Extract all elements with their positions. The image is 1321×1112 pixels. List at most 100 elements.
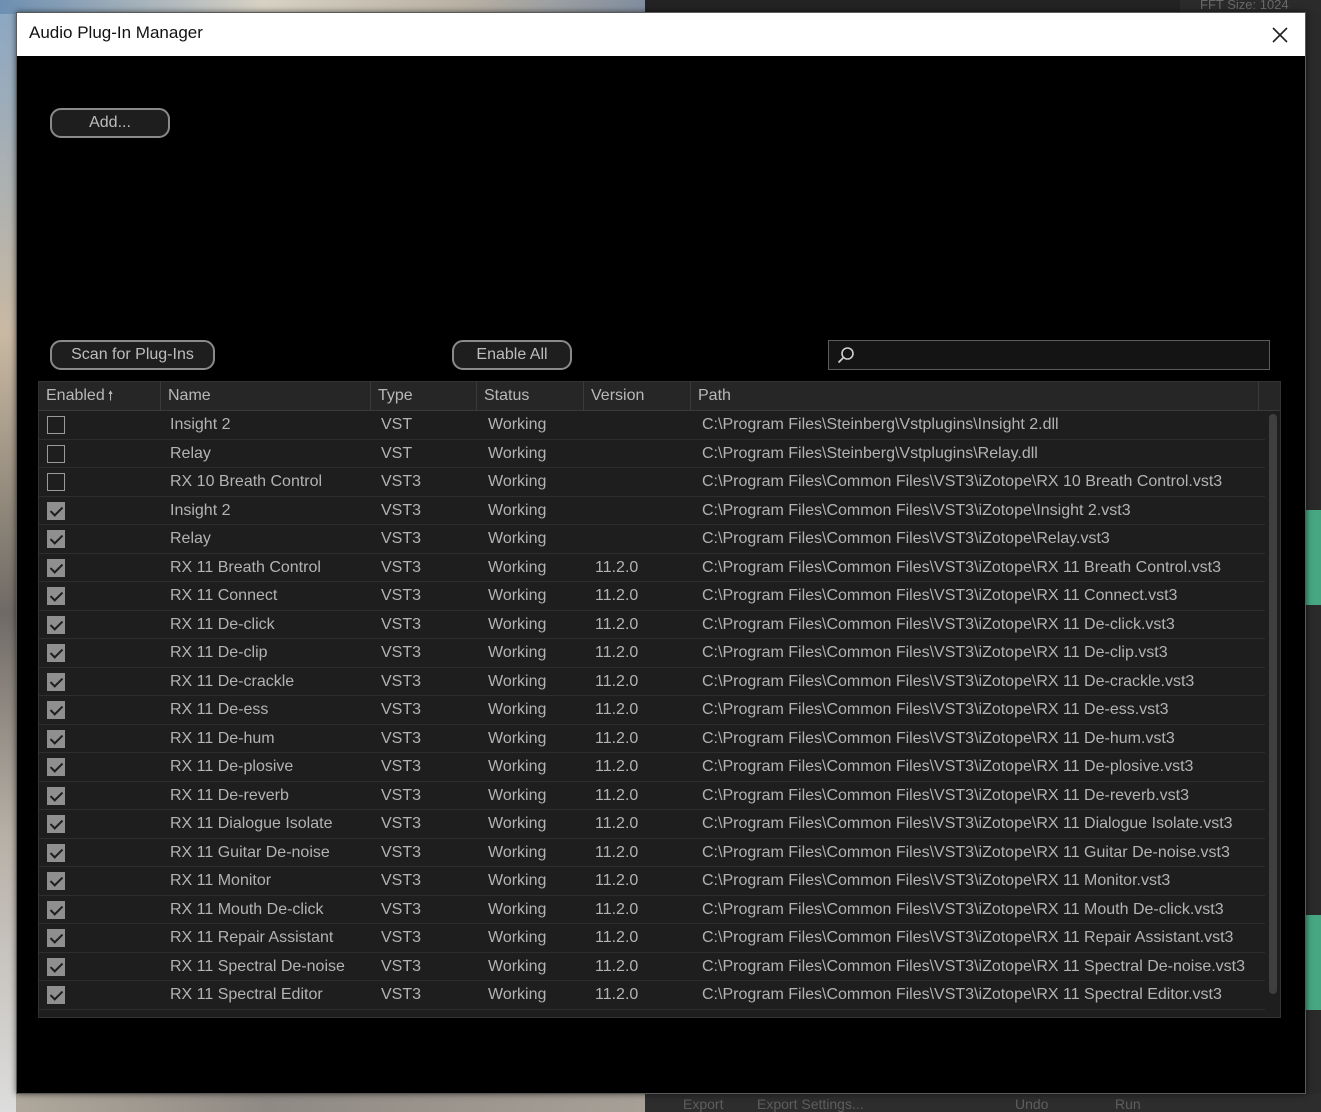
cell-version: 11.2.0 [595, 929, 639, 946]
table-row[interactable]: RX 11 Guitar De-noise VST3 Working 11.2.0 C:… [39, 839, 1265, 867]
enabled-checkbox[interactable] [47, 416, 65, 434]
cell-version: 11.2.0 [595, 558, 639, 576]
cell-name: RX 11 De-ess [170, 701, 269, 718]
table-row[interactable]: RX 10 Breath Control VST3 Working C:\Progra… [39, 468, 1265, 497]
cell-type: VST3 [381, 644, 422, 661]
table-row[interactable]: RX 11 Mouth De-click VST3 Working 11.2.0 C:\… [39, 896, 1265, 924]
cell-status: Working [488, 501, 547, 519]
cell-path: C:\Program Files\Common Files\VST3\iZoto… [702, 900, 1224, 918]
enabled-checkbox[interactable] [47, 957, 65, 976]
cell-name: RX 11 De-crackle [170, 672, 295, 690]
scrollbar-thumb[interactable] [1269, 414, 1277, 994]
cell-name: RX 11 De-hum [170, 729, 275, 747]
column-header-label: Path [698, 387, 731, 404]
table-row[interactable]: Insight 2 VST3 Working C:\Program Files\Com… [39, 497, 1265, 525]
cell-name: RX 11 Dialogue Isolate [170, 815, 333, 832]
cell-status: Working [488, 843, 547, 861]
table-row[interactable]: RX 11 Spectral De-noise VST3 Working 11.2.0… [39, 953, 1265, 981]
enabled-checkbox[interactable] [47, 530, 65, 548]
cell-path: C:\Program Files\Common Files\VST3\iZoto… [702, 786, 1189, 804]
enabled-checkbox[interactable] [47, 615, 65, 634]
cell-path: C:\Program Files\Common Files\VST3\iZoto… [702, 672, 1195, 690]
cell-version: 11.2.0 [595, 843, 639, 861]
enable-all-button[interactable]: Enable All [452, 340, 572, 370]
column-header-version[interactable]: Version [584, 382, 691, 411]
cell-type: VST3 [381, 501, 422, 519]
table-row[interactable]: RX 11 De-crackle VST3 Working 11.2.0 C:\Prog… [39, 668, 1265, 696]
enabled-checkbox[interactable] [47, 729, 65, 748]
cell-name: RX 11 Breath Control [170, 558, 321, 576]
column-header-label: Version [591, 387, 645, 404]
cell-status: Working [488, 986, 547, 1003]
cell-type: VST3 [381, 615, 422, 633]
cell-type: VST3 [381, 530, 422, 547]
cell-path: C:\Program Files\Common Files\VST3\iZoto… [702, 872, 1171, 889]
table-row[interactable]: RX 11 Dialogue Isolate VST3 Working 11.2.0 C… [39, 810, 1265, 839]
add-button[interactable]: Add... [50, 108, 170, 138]
table-row[interactable]: RX 11 Connect VST3 Working 11.2.0 C:\Program… [39, 582, 1265, 611]
enabled-checkbox[interactable] [47, 900, 65, 919]
column-header-name[interactable]: Name [161, 382, 371, 411]
dialog-titlebar: Audio Plug-In Manager [17, 13, 1305, 56]
cell-path: C:\Program Files\Common Files\VST3\iZoto… [702, 473, 1223, 490]
table-row[interactable]: Relay VST3 Working C:\Program Files\Common … [39, 525, 1265, 554]
cell-version: 11.2.0 [595, 758, 639, 775]
cell-version: 11.2.0 [595, 701, 639, 718]
cell-status: Working [488, 900, 547, 918]
table-scrollbar[interactable] [1266, 412, 1280, 1017]
cell-path: C:\Program Files\Common Files\VST3\iZoto… [702, 986, 1222, 1003]
table-row[interactable]: RX 11 De-reverb VST3 Working 11.2.0 C:\Progr… [39, 782, 1265, 810]
table-row[interactable]: RX 11 De-click VST3 Working 11.2.0 C:\Progra… [39, 611, 1265, 639]
cell-version: 11.2.0 [595, 615, 639, 633]
enabled-checkbox[interactable] [47, 815, 65, 833]
cell-status: Working [488, 672, 547, 690]
search-field[interactable] [828, 340, 1270, 370]
enabled-checkbox[interactable] [47, 672, 65, 691]
cell-status: Working [488, 615, 547, 633]
background-run-label: Run [1115, 1096, 1141, 1112]
enabled-checkbox[interactable] [47, 872, 65, 890]
enabled-checkbox[interactable] [47, 587, 65, 605]
enabled-checkbox[interactable] [47, 444, 65, 463]
table-row[interactable]: RX 11 De-clip VST3 Working 11.2.0 C:\Program… [39, 639, 1265, 668]
cell-name: Relay [170, 444, 211, 462]
table-row[interactable]: RX 11 De-ess VST3 Working 11.2.0 C:\Program … [39, 696, 1265, 725]
enabled-checkbox[interactable] [47, 701, 65, 719]
column-header-enabled[interactable]: Enabled 🠕 [39, 382, 161, 411]
enabled-checkbox[interactable] [47, 843, 65, 862]
cell-path: C:\Program Files\Steinberg\Vstplugins\Re… [702, 444, 1038, 462]
cell-type: VST3 [381, 929, 422, 946]
cell-status: Working [488, 957, 547, 975]
column-header-path[interactable]: Path [691, 382, 1259, 411]
column-header-type[interactable]: Type [371, 382, 477, 411]
table-row[interactable]: Relay VST Working C:\Program Files\Steinber… [39, 440, 1265, 468]
scan-for-plugins-button[interactable]: Scan for Plug-Ins [50, 340, 215, 370]
enabled-checkbox[interactable] [47, 786, 65, 805]
close-icon[interactable] [1255, 13, 1305, 56]
search-input[interactable] [861, 343, 1261, 367]
enabled-checkbox[interactable] [47, 644, 65, 662]
cell-version: 11.2.0 [595, 872, 639, 889]
column-header-status[interactable]: Status [477, 382, 584, 411]
enabled-checkbox[interactable] [47, 758, 65, 776]
enabled-checkbox[interactable] [47, 929, 65, 947]
cell-status: Working [488, 929, 547, 946]
cell-name: RX 11 Guitar De-noise [170, 843, 330, 861]
dialog-title: Audio Plug-In Manager [29, 23, 203, 42]
cell-path: C:\Program Files\Common Files\VST3\iZoto… [702, 701, 1169, 718]
table-row[interactable]: RX 11 De-hum VST3 Working 11.2.0 C:\Program … [39, 725, 1265, 753]
table-row[interactable]: RX 11 Repair Assistant VST3 Working 11.2.0 C… [39, 924, 1265, 953]
table-row[interactable]: RX 11 De-plosive VST3 Working 11.2.0 C:\Prog… [39, 753, 1265, 782]
table-row[interactable]: RX 11 Monitor VST3 Working 11.2.0 C:\Program… [39, 867, 1265, 896]
cell-type: VST3 [381, 587, 422, 604]
table-row[interactable]: RX 11 Breath Control VST3 Working 11.2.0 C:\… [39, 554, 1265, 582]
table-row[interactable]: RX 11 Spectral Editor VST3 Working 11.2.0 C:… [39, 981, 1265, 1010]
table-row[interactable]: Insight 2 VST Working C:\Program Files\Stei… [39, 411, 1265, 440]
cell-status: Working [488, 758, 547, 775]
cell-version: 11.2.0 [595, 786, 639, 804]
enabled-checkbox[interactable] [47, 501, 65, 520]
enabled-checkbox[interactable] [47, 558, 65, 577]
enabled-checkbox[interactable] [47, 473, 65, 491]
cell-name: RX 10 Breath Control [170, 473, 323, 490]
enabled-checkbox[interactable] [47, 986, 65, 1004]
